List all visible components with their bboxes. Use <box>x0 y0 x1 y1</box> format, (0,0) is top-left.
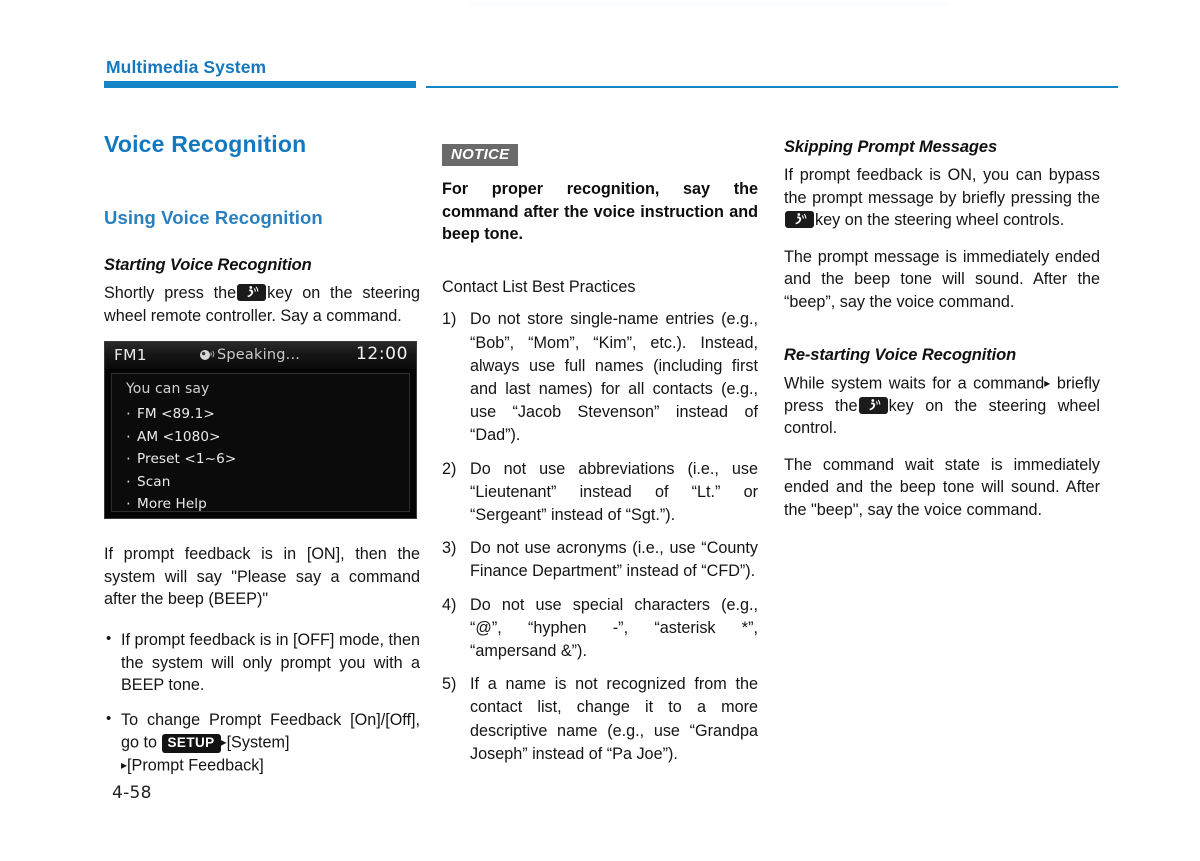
header-rule-thin <box>426 86 1118 88</box>
page-number: 4-58 <box>112 783 152 803</box>
head-unit-prompt-label: You can say <box>126 381 210 398</box>
list-item-text: Do not store single-name entries (e.g., … <box>470 310 758 445</box>
setup-badge[interactable]: SETUP <box>161 733 221 753</box>
topic-title-restarting-vr: Re-starting Voice Recognition <box>784 345 1017 364</box>
head-unit-command-list: FM <89.1> AM <1080> Preset <1~6> Scan Mo… <box>112 403 409 516</box>
list-item: 5) If a name is not recognized from the c… <box>442 673 758 766</box>
page-running-header: Multimedia System <box>104 56 1118 89</box>
skipping-prompt-text-after: key on the steering wheel controls. <box>815 211 1065 230</box>
list-item: Scan <box>112 471 409 494</box>
starting-vr-paragraph: Shortly press the key on the steering whe… <box>104 282 420 327</box>
head-unit-clock: 12:00 <box>356 344 408 365</box>
best-practices-numbered-list: 1) Do not store single-name entries (e.g.… <box>442 308 758 766</box>
list-item: More Help <box>112 493 409 516</box>
list-item: 3) Do not use acronyms (i.e., use “County… <box>442 537 758 583</box>
notice-body-text: For proper recognition, say the command … <box>442 180 758 244</box>
head-unit-status-text: Speaking... <box>217 347 301 364</box>
left-column: Voice Recognition Using Voice Recognitio… <box>104 130 420 778</box>
speaking-indicator-icon <box>199 348 216 363</box>
restarting-vr-paragraph-b: The command wait state is immediately en… <box>784 455 1100 520</box>
list-item-text: Do not use abbreviations (i.e., use “Lie… <box>470 459 758 524</box>
header-rules <box>104 81 1118 89</box>
list-item-number: 5) <box>442 675 457 694</box>
head-unit-status-bar: FM1 Speaking... 12:00 <box>105 342 416 371</box>
list-item-number: 1) <box>442 310 457 329</box>
restarting-vr-paragraph-a: While system waits for a command▸ briefl… <box>784 372 1100 440</box>
list-item-number: 3) <box>442 539 457 558</box>
list-item: 1) Do not store single-name entries (e.g.… <box>442 308 758 447</box>
setup-trail-system: [System] <box>226 733 290 752</box>
list-item: 2) Do not use abbreviations (i.e., use “L… <box>442 458 758 528</box>
middle-column: NOTICE For proper recognition, say the c… <box>442 130 758 766</box>
restarting-vr-text-1: While system waits for a command <box>784 374 1045 393</box>
setup-trail-prompt-feedback: [Prompt Feedback] <box>127 756 264 775</box>
list-item: AM <1080> <box>112 426 409 449</box>
setup-trail-line-2: ▸[Prompt Feedback] <box>121 754 420 777</box>
list-item: FM <89.1> <box>112 403 409 426</box>
list-item-text: Do not use acronyms (i.e., use “County F… <box>470 539 758 581</box>
prompt-feedback-on-paragraph: If prompt feedback is in [ON], then the … <box>104 545 420 609</box>
voice-recognition-key-icon <box>785 211 814 229</box>
header-rule-thick <box>104 81 416 88</box>
head-unit-screen-mock: FM1 Speaking... 12:00 You can say FM <89… <box>104 341 417 520</box>
notice-tag: NOTICE <box>442 144 519 166</box>
list-item: Preset <1~6> <box>112 448 409 471</box>
head-unit-source-label: FM1 <box>114 346 147 365</box>
prompt-feedback-bullets: If prompt feedback is in [OFF] mode, the… <box>104 628 420 778</box>
skipping-prompt-text-before: If prompt feedback is ON, you can bypass… <box>784 166 1100 207</box>
arrow-glyph-3: ▸ <box>1044 375 1051 390</box>
contact-list-best-practices-heading: Contact List Best Practices <box>442 277 636 296</box>
list-item-text: If a name is not recognized from the con… <box>470 675 758 763</box>
topic-title-starting-vr: Starting Voice Recognition <box>104 256 312 274</box>
list-item-text: Do not use special characters (e.g., “@”… <box>470 595 758 661</box>
head-unit-help-panel: You can say FM <89.1> AM <1080> Preset <… <box>111 373 410 515</box>
scan-artifact-strip <box>470 2 950 6</box>
right-column: Skipping Prompt Messages If prompt feedb… <box>784 130 1100 522</box>
subsection-title: Using Voice Recognition <box>104 207 323 228</box>
voice-recognition-key-icon <box>858 396 888 414</box>
list-item-number: 2) <box>442 459 457 478</box>
skipping-prompt-paragraph-b: The prompt message is immediately ended … <box>784 247 1100 311</box>
list-item-number: 4) <box>442 595 457 614</box>
starting-vr-text-before: Shortly press the <box>104 284 237 302</box>
list-item: If prompt feedback is in [OFF] mode, the… <box>104 628 420 697</box>
voice-recognition-key-icon <box>237 284 267 301</box>
list-item: 4) Do not use special characters (e.g., “… <box>442 594 758 664</box>
chapter-title: Multimedia System <box>106 57 267 77</box>
section-title: Voice Recognition <box>104 131 307 157</box>
topic-title-skipping-prompt: Skipping Prompt Messages <box>784 138 998 156</box>
skipping-prompt-paragraph-a: If prompt feedback is ON, you can bypass… <box>784 164 1100 232</box>
list-item: To change Prompt Feedback [On]/[Off], go… <box>104 708 420 778</box>
